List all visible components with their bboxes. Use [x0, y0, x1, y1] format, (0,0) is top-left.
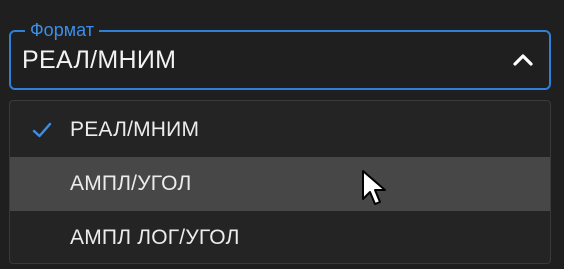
format-label: Формат [25, 19, 99, 41]
chevron-up-icon[interactable] [511, 48, 535, 72]
menu-item-label: РЕАЛ/МНИМ [70, 118, 200, 141]
format-dropdown-panel: Формат РЕАЛ/МНИМ РЕАЛ/МНИМ АМПЛ/УГОЛ АМП… [0, 0, 564, 269]
menu-item-mag-phase[interactable]: АМПЛ/УГОЛ [10, 157, 550, 211]
format-options-menu: РЕАЛ/МНИМ АМПЛ/УГОЛ АМПЛ ЛОГ/УГОЛ [9, 100, 551, 264]
mouse-cursor-icon [361, 169, 389, 209]
menu-item-label: АМПЛ ЛОГ/УГОЛ [70, 226, 240, 249]
menu-item-label: АМПЛ/УГОЛ [70, 172, 192, 195]
format-selected-value: РЕАЛ/МНИМ [22, 46, 177, 74]
checkmark-icon [32, 120, 52, 140]
format-select[interactable]: Формат РЕАЛ/МНИМ [9, 19, 551, 90]
menu-item-logmag-phase[interactable]: АМПЛ ЛОГ/УГОЛ [10, 211, 550, 263]
menu-item-real-imag[interactable]: РЕАЛ/МНИМ [10, 103, 550, 157]
